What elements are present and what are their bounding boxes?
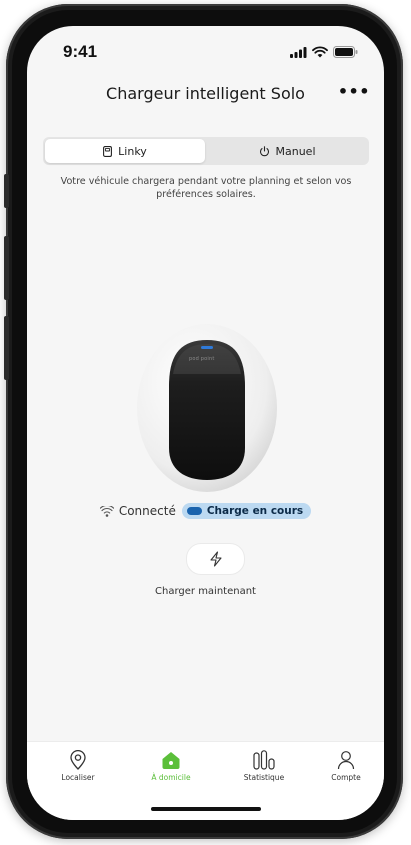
status-time: 9:41 bbox=[63, 42, 98, 61]
connection-status-label: Connecté bbox=[118, 504, 176, 518]
stats-bars-icon bbox=[253, 750, 275, 770]
lightning-icon bbox=[209, 551, 222, 567]
connection-status: Connecté bbox=[99, 504, 176, 518]
charge-now-label: Charger maintenant bbox=[155, 586, 256, 597]
mode-segmented-control: Linky Manuel bbox=[43, 137, 369, 165]
mode-description: Votre véhicule chargera pendant votre pl… bbox=[60, 176, 352, 200]
linky-meter-icon bbox=[103, 145, 113, 157]
tabbar-item-compte[interactable]: Compte bbox=[311, 750, 381, 782]
charger-brand-logo: pod point bbox=[189, 356, 215, 362]
bottom-tab-bar: Localiser À domicile Statistique Compte bbox=[27, 741, 384, 820]
tabbar-item-localiser[interactable]: Localiser bbox=[43, 750, 113, 782]
charge-now-button[interactable] bbox=[186, 543, 245, 575]
status-bar: 9:41 bbox=[27, 26, 384, 76]
volume-up-button bbox=[4, 236, 9, 300]
tabbar-label-localiser: Localiser bbox=[61, 773, 95, 782]
charging-status-label: Charge en cours bbox=[206, 505, 304, 517]
tab-manuel[interactable]: Manuel bbox=[207, 139, 367, 163]
power-icon bbox=[259, 145, 269, 156]
tabbar-label-a-domicile: À domicile bbox=[151, 773, 191, 782]
charger-status-row: Connecté Charge en cours bbox=[27, 503, 384, 519]
tab-manuel-label: Manuel bbox=[275, 144, 316, 158]
more-options-button[interactable]: ••• bbox=[338, 83, 370, 101]
wifi-connected-icon bbox=[99, 505, 114, 517]
charging-status-badge: Charge en cours bbox=[181, 503, 312, 519]
charging-indicator-icon bbox=[186, 507, 202, 515]
tabbar-item-statistique[interactable]: Statistique bbox=[229, 750, 299, 782]
location-pin-icon bbox=[70, 750, 86, 770]
home-indicator[interactable] bbox=[151, 807, 261, 811]
volume-down-button bbox=[4, 316, 9, 380]
tabbar-item-a-domicile[interactable]: À domicile bbox=[136, 750, 206, 782]
tab-linky-label: Linky bbox=[118, 144, 147, 158]
tabbar-label-statistique: Statistique bbox=[243, 773, 285, 782]
charger-illustration bbox=[137, 324, 277, 492]
tab-linky[interactable]: Linky bbox=[45, 139, 205, 163]
home-icon bbox=[162, 752, 180, 769]
app-screen: 9:41 Chargeur intelligent Solo ••• Linky… bbox=[27, 26, 384, 820]
wifi-icon bbox=[312, 46, 328, 58]
tabbar-label-compte: Compte bbox=[331, 773, 361, 782]
status-icons bbox=[290, 46, 358, 58]
page-title: Chargeur intelligent Solo bbox=[106, 84, 305, 103]
cellular-signal-icon bbox=[290, 46, 307, 58]
mute-switch bbox=[4, 174, 9, 208]
battery-icon bbox=[333, 46, 358, 58]
user-icon bbox=[337, 751, 355, 770]
